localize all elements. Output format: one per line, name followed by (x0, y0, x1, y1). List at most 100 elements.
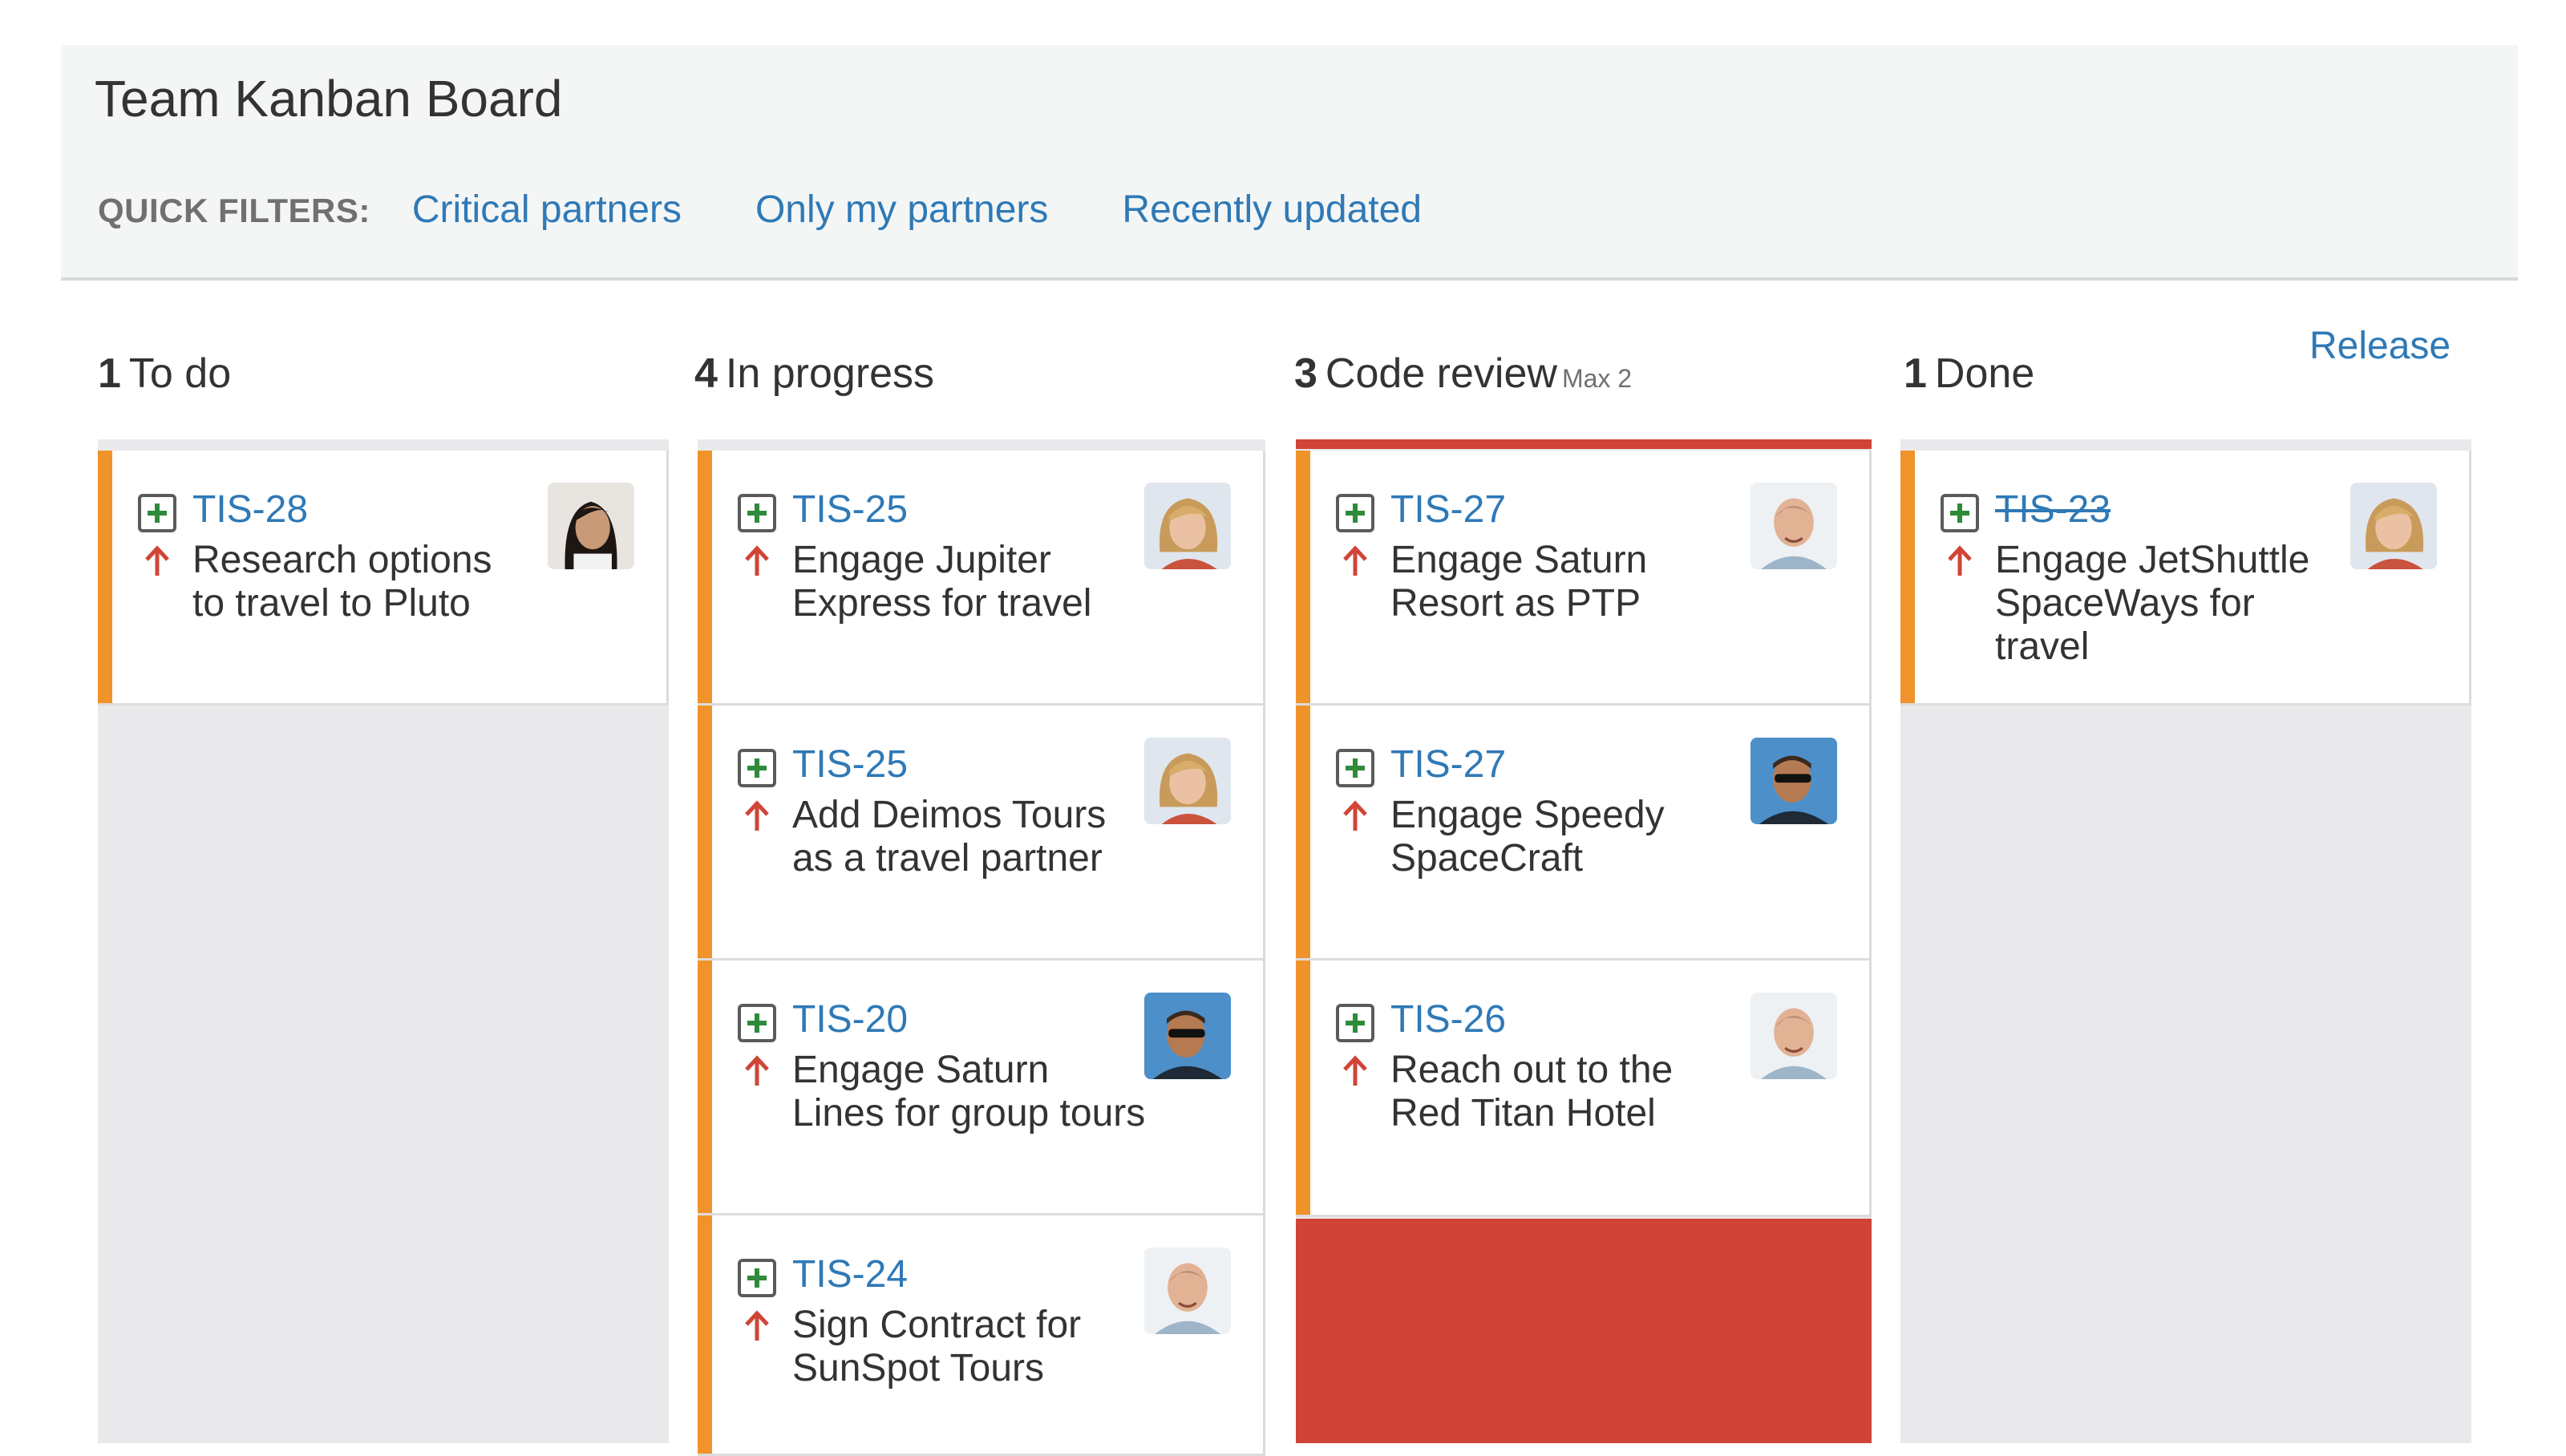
card-flag-stripe (1296, 706, 1310, 958)
priority-major-arrow-up-icon (1341, 800, 1370, 832)
column-header-code-review: 3 Code review Max 2 (1294, 350, 1632, 398)
issue-summary-line: SpaceCraft (1390, 837, 1584, 880)
issue-summary-line: Engage Jupiter (792, 539, 1051, 581)
story-add-icon (738, 1259, 776, 1297)
avatar-man-sunglasses[interactable] (1144, 993, 1231, 1079)
card-flag-stripe (698, 706, 712, 958)
column-header-done: 1 Done (1904, 350, 2034, 398)
priority-major-arrow-up-icon (1341, 1055, 1370, 1087)
priority-major-arrow-up-icon (743, 545, 771, 577)
story-add-icon (738, 494, 776, 532)
issue-card[interactable]: TIS-20 Engage Saturn Lines for group tours (698, 961, 1265, 1215)
column-name: In progress (725, 350, 935, 397)
column-name: To do (128, 350, 232, 397)
issue-key-link[interactable]: TIS-24 (792, 1252, 908, 1296)
issue-summary-line: Add Deimos Tours (792, 794, 1107, 836)
issue-summary: Add Deimos Tours as a travel partner (792, 794, 1106, 880)
story-add-icon (1336, 1004, 1374, 1042)
card-flag-stripe (698, 1215, 712, 1454)
issue-summary-line: Lines for group tours (792, 1092, 1146, 1134)
priority-major-arrow-up-icon (743, 1055, 771, 1087)
column-in-progress: TIS-25 Engage Jupiter Express for travel TI… (698, 439, 1265, 1456)
story-add-icon (1336, 749, 1374, 787)
issue-summary-line: Engage Saturn (792, 1049, 1050, 1091)
issue-card[interactable]: TIS-26 Reach out to the Red Titan Hotel (1296, 961, 1872, 1217)
issue-summary-line: SpaceWays for (1995, 582, 2255, 625)
priority-major-arrow-up-icon (743, 800, 771, 832)
quick-filters-label: QUICK FILTERS: (98, 192, 370, 229)
column-header-to-do: 1 To do (98, 350, 231, 398)
column-count: 1 (98, 350, 121, 397)
priority-major-arrow-up-icon (1341, 545, 1370, 577)
issue-card[interactable]: TIS-24 Sign Contract for SunSpot Tours (698, 1215, 1265, 1456)
quick-filter-recently-updated[interactable]: Recently updated (1122, 188, 1422, 232)
issue-key-link[interactable]: TIS-25 (792, 742, 908, 787)
release-link[interactable]: Release (2309, 324, 2451, 368)
issue-summary-line: Sign Contract for (792, 1304, 1082, 1346)
card-flag-stripe (698, 961, 712, 1213)
column-max-limit: Max 2 (1561, 364, 1633, 393)
avatar-woman-blonde[interactable] (1144, 483, 1231, 569)
issue-summary-line: Engage Speedy (1390, 794, 1665, 836)
issue-summary-line: Research options (192, 539, 492, 581)
card-flag-stripe (98, 451, 112, 703)
avatar-woman-blonde[interactable] (1144, 738, 1231, 824)
issue-summary-line: Engage JetShuttle (1995, 539, 2310, 581)
avatar-man-bald[interactable] (1750, 993, 1837, 1079)
board-title: Team Kanban Board (95, 70, 563, 127)
issue-summary: Reach out to the Red Titan Hotel (1390, 1049, 1673, 1135)
issue-summary-line: travel (1995, 625, 2090, 668)
column-name: Done (1934, 350, 2035, 397)
issue-card[interactable]: TIS-28 Research options to travel to Pluto (98, 451, 669, 706)
over-limit-area (1296, 1219, 1872, 1443)
story-add-icon (738, 749, 776, 787)
board-header: Team Kanban Board QUICK FILTERS: Critica… (61, 45, 2518, 281)
issue-key-link[interactable]: TIS-20 (792, 997, 908, 1041)
issue-summary-line: Express for travel (792, 582, 1092, 625)
avatar-man-bald[interactable] (1750, 483, 1837, 569)
issue-summary: Research options to travel to Pluto (192, 539, 492, 625)
issue-card[interactable]: TIS-27 Engage Speedy SpaceCraft (1296, 706, 1872, 961)
story-add-icon (738, 1004, 776, 1042)
column-count: 1 (1904, 350, 1927, 397)
priority-major-arrow-up-icon (1945, 545, 1974, 577)
issue-card[interactable]: TIS-23 Engage JetShuttle SpaceWays for trav… (1900, 451, 2471, 706)
issue-card[interactable]: TIS-27 Engage Saturn Resort as PTP (1296, 451, 1872, 706)
column-count: 4 (694, 350, 718, 397)
avatar-man-sunglasses[interactable] (1750, 738, 1837, 824)
card-flag-stripe (1900, 451, 1915, 703)
story-add-icon (1336, 494, 1374, 532)
quick-filter-only-my-partners[interactable]: Only my partners (755, 188, 1048, 232)
column-done: TIS-23 Engage JetShuttle SpaceWays for trav… (1900, 439, 2471, 1443)
column-code-review: TIS-27 Engage Saturn Resort as PTP TIS-27 En… (1296, 439, 1872, 1443)
card-flag-stripe (1296, 451, 1310, 703)
issue-summary: Engage Saturn Resort as PTP (1390, 539, 1647, 625)
quick-filters-bar: QUICK FILTERS: Critical partners Only my… (98, 188, 1495, 232)
issue-key-link[interactable]: TIS-23 (1995, 487, 2111, 532)
issue-summary-line: Red Titan Hotel (1390, 1092, 1656, 1134)
issue-summary: Engage Speedy SpaceCraft (1390, 794, 1665, 880)
issue-key-link[interactable]: TIS-27 (1390, 487, 1506, 532)
story-add-icon (138, 494, 176, 532)
card-flag-stripe (698, 451, 712, 703)
column-count: 3 (1294, 350, 1317, 397)
issue-key-link[interactable]: TIS-27 (1390, 742, 1506, 787)
issue-key-link[interactable]: TIS-26 (1390, 997, 1506, 1041)
issue-summary-line: Resort as PTP (1390, 582, 1641, 625)
issue-card[interactable]: TIS-25 Add Deimos Tours as a travel partne… (698, 706, 1265, 961)
avatar-woman-blonde[interactable] (2350, 483, 2437, 569)
card-flag-stripe (1296, 961, 1310, 1215)
issue-key-link[interactable]: TIS-28 (192, 487, 308, 532)
issue-key-link[interactable]: TIS-25 (792, 487, 908, 532)
issue-card[interactable]: TIS-25 Engage Jupiter Express for travel (698, 451, 1265, 706)
quick-filter-critical-partners[interactable]: Critical partners (412, 188, 682, 232)
issue-summary-line: Engage Saturn (1390, 539, 1648, 581)
avatar-woman-dark-hair[interactable] (548, 483, 634, 569)
issue-summary: Engage JetShuttle SpaceWays for travel (1995, 539, 2309, 669)
priority-major-arrow-up-icon (743, 1310, 771, 1342)
issue-summary-line: to travel to Pluto (192, 582, 471, 625)
avatar-man-bald[interactable] (1144, 1248, 1231, 1334)
priority-major-arrow-up-icon (143, 545, 172, 577)
story-add-icon (1941, 494, 1979, 532)
issue-summary-line: SunSpot Tours (792, 1347, 1044, 1389)
